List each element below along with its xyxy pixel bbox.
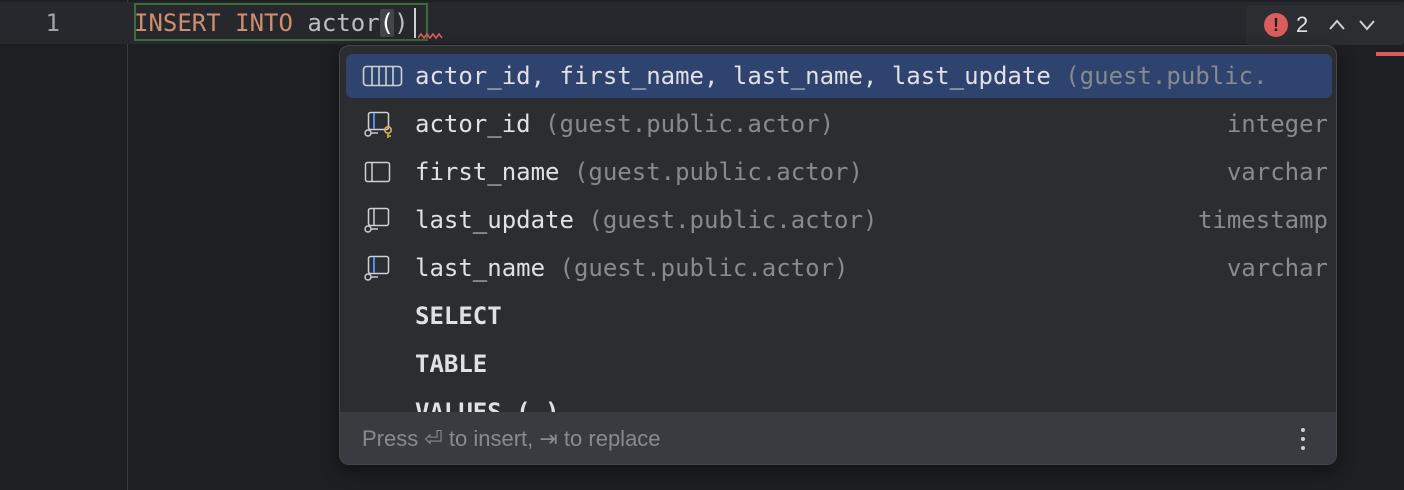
columns-icon (362, 61, 404, 91)
completion-item[interactable]: first_name (guest.public.actor) varchar (346, 150, 1332, 194)
completion-item[interactable]: VALUES (…) (346, 390, 1332, 412)
code-line[interactable]: INSERT INTO actor() (134, 2, 409, 44)
chevron-down-icon (1359, 20, 1376, 31)
completion-hint: Press ⏎ to insert, ⇥ to replace (362, 426, 661, 451)
previous-error-button[interactable] (1322, 10, 1352, 40)
column-type: integer (1226, 110, 1328, 138)
error-icon: ! (1264, 13, 1288, 37)
not-null-column-icon (362, 205, 404, 235)
completion-item[interactable]: TABLE (346, 342, 1332, 386)
completion-label: last_name (guest.public.actor) (415, 254, 849, 282)
indexed-column-icon (362, 253, 404, 283)
completion-label: actor_id, first_name, last_name, last_up… (415, 62, 1268, 90)
completion-label: first_name (guest.public.actor) (415, 158, 863, 186)
completion-item[interactable]: actor_id, first_name, last_name, last_up… (346, 54, 1332, 98)
table-name: actor (292, 9, 380, 37)
column-icon (362, 157, 404, 187)
completion-item[interactable]: last_name (guest.public.actor) varchar (346, 246, 1332, 290)
error-stripe-marker[interactable] (1376, 52, 1404, 56)
completion-label: SELECT (415, 302, 502, 330)
text-caret (414, 8, 416, 38)
completion-list: actor_id, first_name, last_name, last_up… (340, 46, 1336, 412)
completion-label: last_update (guest.public.actor) (415, 206, 878, 234)
line-gutter (0, 0, 128, 490)
sql-keyword: INSERT INTO (134, 9, 293, 37)
error-count: 2 (1296, 12, 1309, 37)
line-number: 1 (45, 9, 60, 37)
column-type: timestamp (1197, 206, 1328, 234)
open-paren: ( (379, 9, 395, 37)
completion-item[interactable]: SELECT (346, 294, 1332, 338)
column-type: varchar (1226, 254, 1328, 282)
error-squiggle (418, 32, 443, 40)
completion-label: actor_id (guest.public.actor) (415, 110, 835, 138)
completion-popup: actor_id, first_name, last_name, last_up… (339, 45, 1337, 465)
completion-label: TABLE (415, 350, 488, 378)
column-type: varchar (1226, 158, 1328, 186)
completion-label: VALUES (…) (415, 398, 560, 412)
problems-widget[interactable]: ! 2 (1246, 5, 1404, 45)
completion-footer: Press ⏎ to insert, ⇥ to replace (340, 412, 1336, 464)
primary-key-column-icon (362, 109, 404, 139)
next-error-button[interactable] (1352, 10, 1382, 40)
chevron-up-icon (1329, 19, 1346, 30)
completion-item[interactable]: actor_id (guest.public.actor) integer (346, 102, 1332, 146)
completion-item[interactable]: last_update (guest.public.actor) timesta… (346, 198, 1332, 242)
more-vertical-icon[interactable] (1286, 422, 1320, 456)
close-paren: ) (394, 9, 409, 37)
